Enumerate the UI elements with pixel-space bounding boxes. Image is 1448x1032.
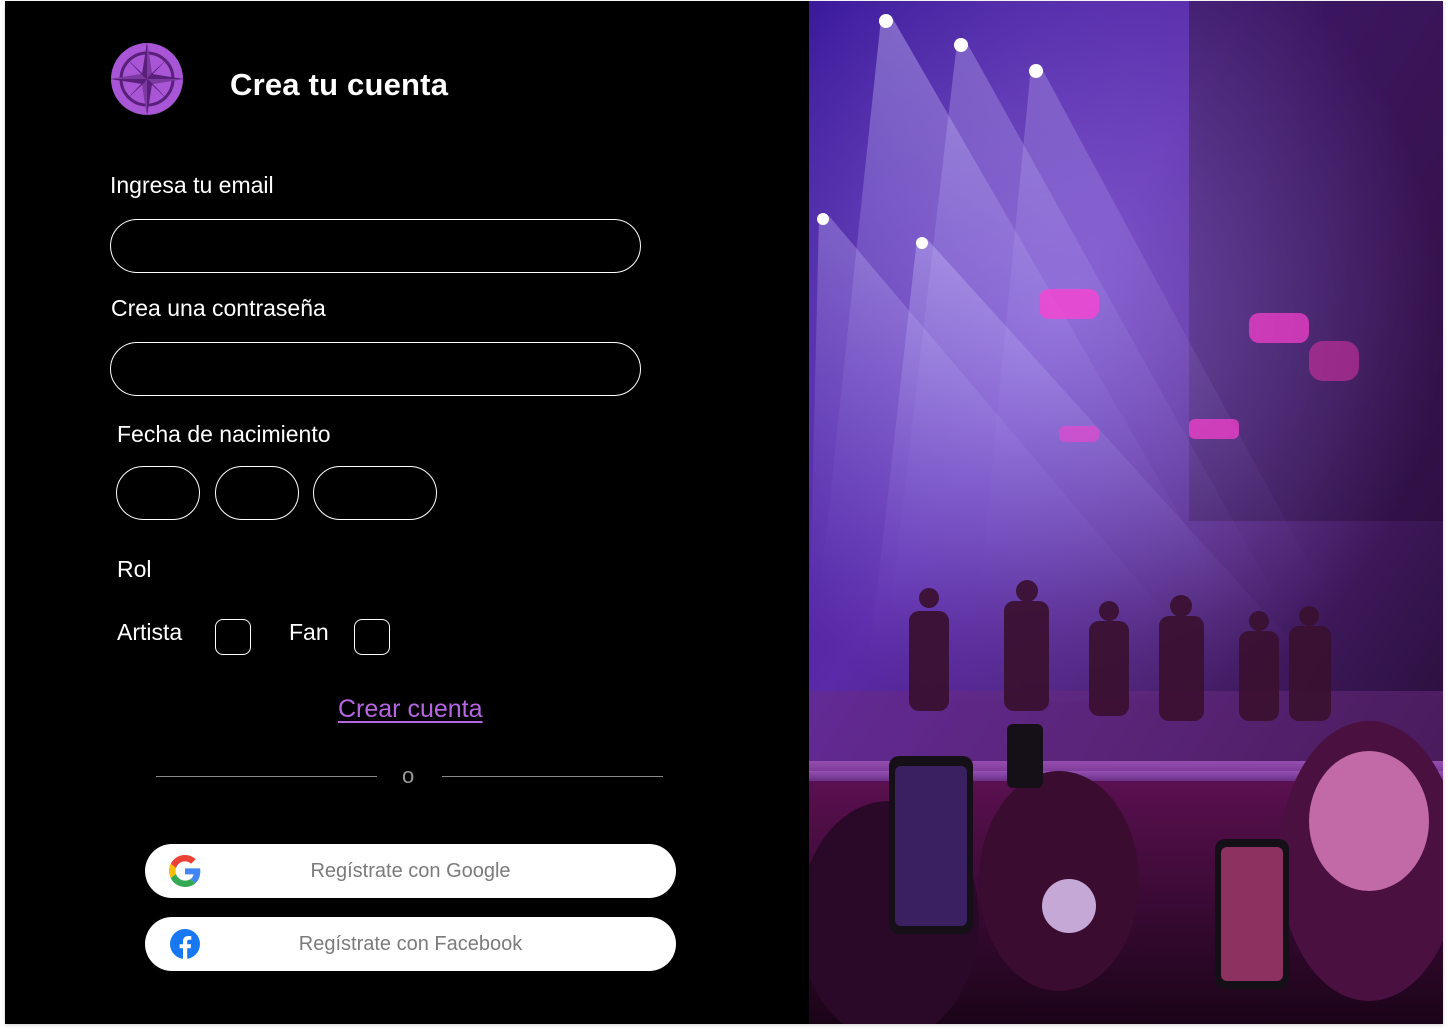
signup-window: Crea tu cuenta Ingresa tu email Crea una… — [5, 1, 1443, 1024]
page-title: Crea tu cuenta — [230, 67, 449, 102]
password-label: Crea una contraseña — [111, 295, 326, 321]
signup-form-panel: Crea tu cuenta Ingresa tu email Crea una… — [5, 1, 809, 1024]
divider-text: o — [402, 763, 415, 788]
birth-day-input[interactable] — [116, 466, 200, 520]
role-label: Rol — [117, 556, 152, 582]
compass-star-icon — [110, 42, 184, 116]
password-input[interactable] — [110, 342, 641, 396]
birthdate-label: Fecha de nacimiento — [117, 421, 331, 447]
facebook-signup-button[interactable]: Regístrate con Facebook — [145, 917, 676, 971]
facebook-icon — [170, 929, 200, 959]
google-signup-label: Regístrate con Google — [310, 859, 511, 882]
email-input[interactable] — [110, 219, 641, 273]
role-option-fan-label: Fan — [289, 619, 329, 645]
google-signup-button[interactable]: Regístrate con Google — [145, 844, 676, 898]
birth-year-input[interactable] — [313, 466, 437, 520]
birth-month-input[interactable] — [215, 466, 299, 520]
divider-line-left — [156, 776, 377, 777]
concert-stage-illustration — [809, 1, 1443, 1024]
role-artist-checkbox[interactable] — [215, 619, 251, 655]
create-account-link[interactable]: Crear cuenta — [338, 695, 483, 724]
role-option-artist-label: Artista — [117, 619, 183, 645]
role-fan-checkbox[interactable] — [354, 619, 390, 655]
concert-photo — [809, 1, 1443, 1024]
facebook-signup-label: Regístrate con Facebook — [298, 932, 523, 955]
google-icon — [169, 855, 201, 887]
email-label: Ingresa tu email — [110, 172, 274, 198]
divider-line-right — [442, 776, 663, 777]
